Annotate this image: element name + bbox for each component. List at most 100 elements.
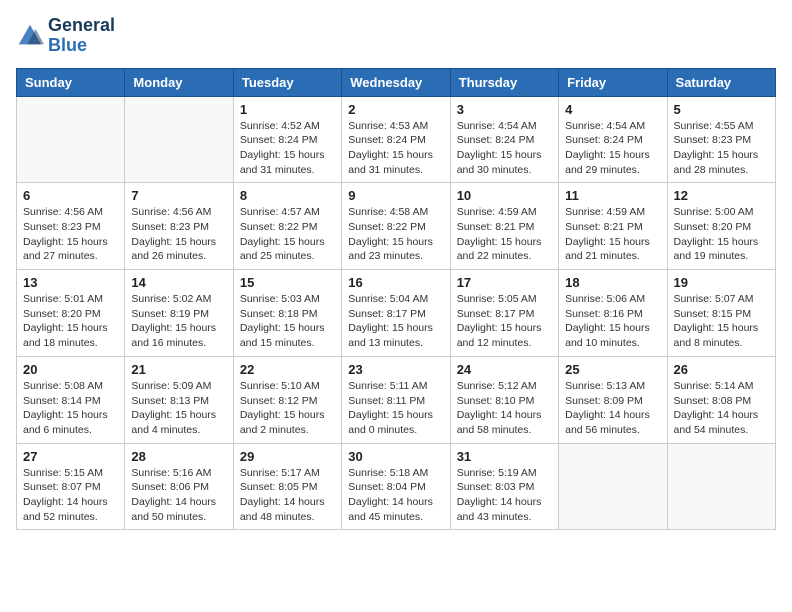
day-number: 29 [240, 449, 335, 464]
calendar-day-cell [667, 443, 775, 530]
calendar-day-cell: 16 Sunrise: 5:04 AM Sunset: 8:17 PM Dayli… [342, 270, 450, 357]
day-info: Sunrise: 4:54 AM Sunset: 8:24 PM Dayligh… [565, 119, 660, 178]
day-info: Sunrise: 5:05 AM Sunset: 8:17 PM Dayligh… [457, 292, 552, 351]
day-number: 31 [457, 449, 552, 464]
calendar-day-cell: 12 Sunrise: 5:00 AM Sunset: 8:20 PM Dayli… [667, 183, 775, 270]
day-info: Sunrise: 5:01 AM Sunset: 8:20 PM Dayligh… [23, 292, 118, 351]
day-info: Sunrise: 5:14 AM Sunset: 8:08 PM Dayligh… [674, 379, 769, 438]
calendar-week-row: 1Sunrise: 4:52 AM Sunset: 8:24 PM Daylig… [17, 96, 776, 183]
page-header: General Blue [16, 16, 776, 56]
calendar-day-cell: 3 Sunrise: 4:54 AM Sunset: 8:24 PM Daylig… [450, 96, 558, 183]
day-number: 4 [565, 102, 660, 117]
day-info: Sunrise: 5:06 AM Sunset: 8:16 PM Dayligh… [565, 292, 660, 351]
day-of-week-header: Saturday [667, 68, 775, 96]
calendar-week-row: 13 Sunrise: 5:01 AM Sunset: 8:20 PM Dayli… [17, 270, 776, 357]
day-number: 3 [457, 102, 552, 117]
day-info: Sunrise: 4:54 AM Sunset: 8:24 PM Dayligh… [457, 119, 552, 178]
day-number: 24 [457, 362, 552, 377]
day-info: Sunrise: 5:00 AM Sunset: 8:20 PM Dayligh… [674, 205, 769, 264]
day-number: 10 [457, 188, 552, 203]
day-info: Sunrise: 4:57 AM Sunset: 8:22 PM Dayligh… [240, 205, 335, 264]
day-info: Sunrise: 5:19 AM Sunset: 8:03 PM Dayligh… [457, 466, 552, 525]
day-number: 11 [565, 188, 660, 203]
day-info: Sunrise: 5:12 AM Sunset: 8:10 PM Dayligh… [457, 379, 552, 438]
day-info: Sunrise: 5:17 AM Sunset: 8:05 PM Dayligh… [240, 466, 335, 525]
day-of-week-header: Thursday [450, 68, 558, 96]
day-info: Sunrise: 4:52 AM Sunset: 8:24 PM Dayligh… [240, 119, 335, 178]
calendar-day-cell: 24 Sunrise: 5:12 AM Sunset: 8:10 PM Dayli… [450, 356, 558, 443]
calendar-day-cell: 21 Sunrise: 5:09 AM Sunset: 8:13 PM Dayli… [125, 356, 233, 443]
day-info: Sunrise: 5:09 AM Sunset: 8:13 PM Dayligh… [131, 379, 226, 438]
logo-text: General Blue [48, 16, 115, 56]
calendar-week-row: 20 Sunrise: 5:08 AM Sunset: 8:14 PM Dayli… [17, 356, 776, 443]
day-number: 12 [674, 188, 769, 203]
calendar-header-row: SundayMondayTuesdayWednesdayThursdayFrid… [17, 68, 776, 96]
calendar-day-cell: 27 Sunrise: 5:15 AM Sunset: 8:07 PM Dayli… [17, 443, 125, 530]
calendar-day-cell [559, 443, 667, 530]
day-info: Sunrise: 5:13 AM Sunset: 8:09 PM Dayligh… [565, 379, 660, 438]
day-number: 2 [348, 102, 443, 117]
calendar-day-cell: 4 Sunrise: 4:54 AM Sunset: 8:24 PM Daylig… [559, 96, 667, 183]
day-number: 26 [674, 362, 769, 377]
calendar-day-cell: 10 Sunrise: 4:59 AM Sunset: 8:21 PM Dayli… [450, 183, 558, 270]
calendar-day-cell: 22Sunrise: 5:10 AM Sunset: 8:12 PM Dayli… [233, 356, 341, 443]
calendar-day-cell: 31 Sunrise: 5:19 AM Sunset: 8:03 PM Dayli… [450, 443, 558, 530]
calendar-week-row: 6 Sunrise: 4:56 AM Sunset: 8:23 PM Daylig… [17, 183, 776, 270]
day-info: Sunrise: 4:55 AM Sunset: 8:23 PM Dayligh… [674, 119, 769, 178]
day-number: 9 [348, 188, 443, 203]
logo-icon [16, 22, 44, 50]
day-number: 6 [23, 188, 118, 203]
calendar-day-cell: 30Sunrise: 5:18 AM Sunset: 8:04 PM Dayli… [342, 443, 450, 530]
day-number: 15 [240, 275, 335, 290]
calendar-day-cell: 15 Sunrise: 5:03 AM Sunset: 8:18 PM Dayli… [233, 270, 341, 357]
day-of-week-header: Wednesday [342, 68, 450, 96]
logo: General Blue [16, 16, 115, 56]
day-info: Sunrise: 5:08 AM Sunset: 8:14 PM Dayligh… [23, 379, 118, 438]
calendar-week-row: 27 Sunrise: 5:15 AM Sunset: 8:07 PM Dayli… [17, 443, 776, 530]
day-of-week-header: Sunday [17, 68, 125, 96]
day-number: 30 [348, 449, 443, 464]
day-info: Sunrise: 4:59 AM Sunset: 8:21 PM Dayligh… [565, 205, 660, 264]
day-number: 19 [674, 275, 769, 290]
day-number: 25 [565, 362, 660, 377]
calendar-day-cell: 7 Sunrise: 4:56 AM Sunset: 8:23 PM Daylig… [125, 183, 233, 270]
day-info: Sunrise: 5:10 AM Sunset: 8:12 PM Dayligh… [240, 379, 335, 438]
calendar-day-cell: 19 Sunrise: 5:07 AM Sunset: 8:15 PM Dayli… [667, 270, 775, 357]
day-number: 23 [348, 362, 443, 377]
day-number: 18 [565, 275, 660, 290]
day-info: Sunrise: 4:56 AM Sunset: 8:23 PM Dayligh… [131, 205, 226, 264]
calendar-day-cell [125, 96, 233, 183]
day-number: 27 [23, 449, 118, 464]
calendar: SundayMondayTuesdayWednesdayThursdayFrid… [16, 68, 776, 531]
day-number: 21 [131, 362, 226, 377]
calendar-day-cell: 14Sunrise: 5:02 AM Sunset: 8:19 PM Dayli… [125, 270, 233, 357]
calendar-day-cell: 2 Sunrise: 4:53 AM Sunset: 8:24 PM Daylig… [342, 96, 450, 183]
day-number: 16 [348, 275, 443, 290]
calendar-day-cell: 6 Sunrise: 4:56 AM Sunset: 8:23 PM Daylig… [17, 183, 125, 270]
day-info: Sunrise: 4:56 AM Sunset: 8:23 PM Dayligh… [23, 205, 118, 264]
day-number: 17 [457, 275, 552, 290]
day-info: Sunrise: 5:02 AM Sunset: 8:19 PM Dayligh… [131, 292, 226, 351]
day-info: Sunrise: 5:07 AM Sunset: 8:15 PM Dayligh… [674, 292, 769, 351]
calendar-day-cell: 26 Sunrise: 5:14 AM Sunset: 8:08 PM Dayli… [667, 356, 775, 443]
calendar-day-cell: 18 Sunrise: 5:06 AM Sunset: 8:16 PM Dayli… [559, 270, 667, 357]
calendar-day-cell [17, 96, 125, 183]
day-of-week-header: Tuesday [233, 68, 341, 96]
calendar-day-cell: 17 Sunrise: 5:05 AM Sunset: 8:17 PM Dayli… [450, 270, 558, 357]
day-info: Sunrise: 5:04 AM Sunset: 8:17 PM Dayligh… [348, 292, 443, 351]
calendar-day-cell: 5Sunrise: 4:55 AM Sunset: 8:23 PM Daylig… [667, 96, 775, 183]
day-number: 28 [131, 449, 226, 464]
day-number: 13 [23, 275, 118, 290]
day-of-week-header: Monday [125, 68, 233, 96]
day-info: Sunrise: 4:53 AM Sunset: 8:24 PM Dayligh… [348, 119, 443, 178]
calendar-day-cell: 20 Sunrise: 5:08 AM Sunset: 8:14 PM Dayli… [17, 356, 125, 443]
day-number: 20 [23, 362, 118, 377]
calendar-day-cell: 11 Sunrise: 4:59 AM Sunset: 8:21 PM Dayli… [559, 183, 667, 270]
day-info: Sunrise: 4:59 AM Sunset: 8:21 PM Dayligh… [457, 205, 552, 264]
day-of-week-header: Friday [559, 68, 667, 96]
day-info: Sunrise: 5:16 AM Sunset: 8:06 PM Dayligh… [131, 466, 226, 525]
day-info: Sunrise: 5:15 AM Sunset: 8:07 PM Dayligh… [23, 466, 118, 525]
day-number: 7 [131, 188, 226, 203]
day-info: Sunrise: 5:03 AM Sunset: 8:18 PM Dayligh… [240, 292, 335, 351]
calendar-day-cell: 25 Sunrise: 5:13 AM Sunset: 8:09 PM Dayli… [559, 356, 667, 443]
